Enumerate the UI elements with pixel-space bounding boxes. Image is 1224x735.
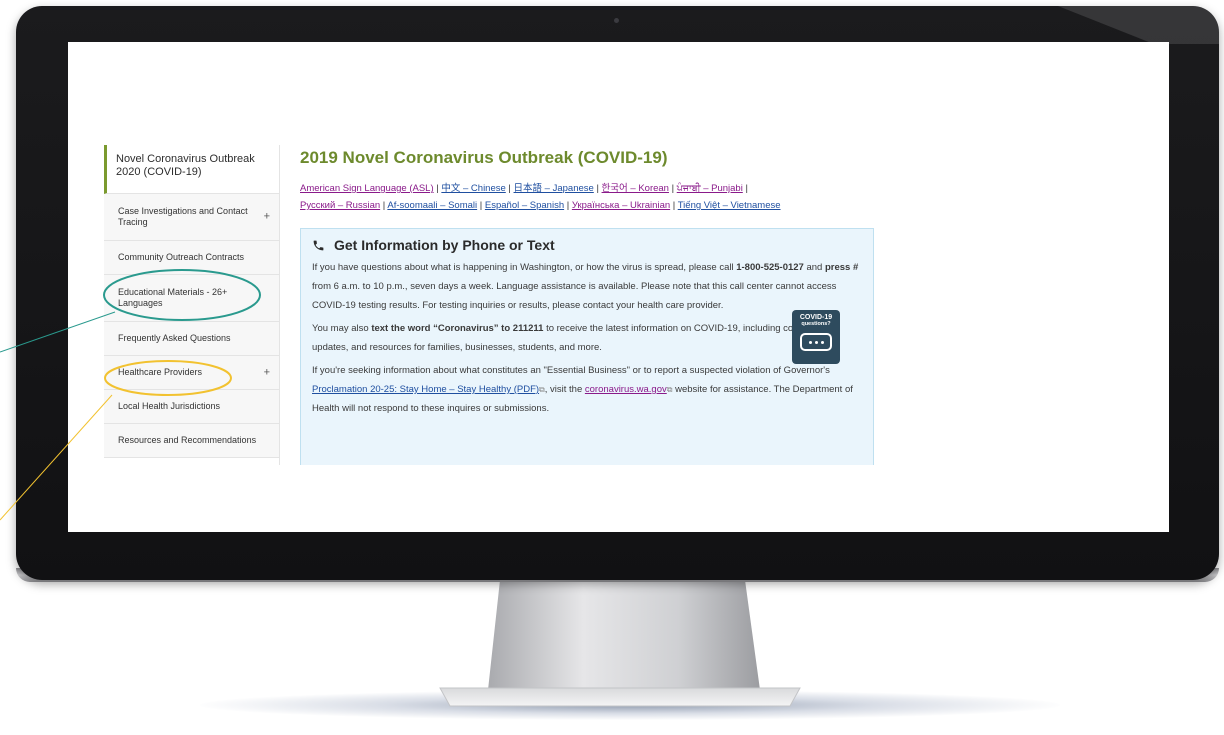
chat-bubble-icon bbox=[800, 333, 832, 351]
info-text: and bbox=[803, 262, 825, 273]
sidebar-item-label: Local Health Jurisdictions bbox=[118, 401, 221, 411]
lang-link-ukrainian[interactable]: Українська – Ukrainian bbox=[572, 200, 670, 211]
lang-link-japanese[interactable]: 日本語 – Japanese bbox=[514, 183, 594, 194]
browser-screen: Novel Coronavirus Outbreak 2020 (COVID-1… bbox=[68, 42, 1169, 532]
separator: | bbox=[596, 183, 599, 194]
separator: | bbox=[566, 200, 570, 211]
page-title: 2019 Novel Coronavirus Outbreak (COVID-1… bbox=[300, 148, 668, 167]
separator: | bbox=[436, 183, 439, 194]
sidebar-item-label: Resources and Recommendations bbox=[118, 435, 257, 445]
separator: | bbox=[382, 200, 386, 211]
info-text: from 6 a.m. to 10 p.m., seven days a wee… bbox=[312, 281, 837, 311]
info-paragraph-text: You may also text the word “Coronavirus”… bbox=[312, 319, 867, 357]
separator: | bbox=[672, 200, 676, 211]
separator: | bbox=[671, 183, 675, 194]
language-links: American Sign Language (ASL) | 中文 – Chin… bbox=[300, 180, 880, 214]
lang-link-spanish[interactable]: Español – Spanish bbox=[485, 200, 564, 211]
badge-line2: questions? bbox=[801, 321, 831, 327]
lang-link-russian[interactable]: Русский – Russian bbox=[300, 200, 380, 211]
info-text: , visit the bbox=[544, 384, 585, 395]
sidebar-item-label: Community Outreach Contracts bbox=[118, 252, 245, 262]
phone-info-box: Get Information by Phone or Text If you … bbox=[300, 228, 874, 465]
info-text: If you have questions about what is happ… bbox=[312, 262, 737, 273]
sidebar-item-faq[interactable]: Frequently Asked Questions bbox=[104, 322, 279, 356]
phone-number: 1-800-525-0127 bbox=[736, 262, 804, 273]
info-paragraph-call: If you have questions about what is happ… bbox=[312, 258, 867, 315]
separator: | bbox=[479, 200, 483, 211]
sidebar-item-label: Healthcare Providers bbox=[118, 367, 203, 377]
info-text: If you're seeking information about what… bbox=[312, 365, 830, 376]
sidebar-header[interactable]: Novel Coronavirus Outbreak 2020 (COVID-1… bbox=[104, 145, 279, 194]
lang-link-asl[interactable]: American Sign Language (ASL) bbox=[300, 183, 434, 194]
expand-plus-icon[interactable]: + bbox=[264, 211, 270, 223]
phone-icon bbox=[313, 240, 324, 250]
sidebar-item-community-outreach[interactable]: Community Outreach Contracts bbox=[104, 241, 279, 275]
lang-link-somali[interactable]: Af-soomaali – Somali bbox=[387, 200, 477, 211]
sidebar-header-label: Novel Coronavirus Outbreak 2020 (COVID-1… bbox=[116, 153, 255, 178]
info-box-title: Get Information by Phone or Text bbox=[334, 237, 555, 253]
lang-link-korean[interactable]: 한국어 – Korean bbox=[602, 183, 669, 194]
proclamation-link[interactable]: Proclamation 20-25: Stay Home – Stay Hea… bbox=[312, 384, 539, 395]
badge-line1: COVID-19 bbox=[799, 314, 833, 321]
sidebar-item-educational-materials[interactable]: Educational Materials - 26+ Languages bbox=[104, 275, 279, 322]
press-key-text: press # bbox=[824, 262, 859, 273]
sidebar-item-resources[interactable]: Resources and Recommendations bbox=[104, 424, 279, 458]
sidebar-item-label: Educational Materials - 26+ Languages bbox=[118, 287, 228, 308]
main-content: 2019 Novel Coronavirus Outbreak (COVID-1… bbox=[300, 145, 880, 465]
separator: | bbox=[508, 183, 511, 194]
expand-plus-icon[interactable]: + bbox=[264, 367, 270, 378]
sidebar-item-healthcare-providers[interactable]: Healthcare Providers + bbox=[104, 356, 279, 390]
covid-questions-button[interactable]: COVID-19 questions? bbox=[792, 310, 840, 364]
lang-link-chinese[interactable]: 中文 – Chinese bbox=[441, 183, 505, 194]
sidebar-item-local-health[interactable]: Local Health Jurisdictions bbox=[104, 390, 279, 424]
lang-link-punjabi[interactable]: ਪੰਜਾਬੀ – Punjabi bbox=[677, 183, 743, 194]
camera-icon bbox=[614, 18, 619, 23]
sidebar-nav: Novel Coronavirus Outbreak 2020 (COVID-1… bbox=[104, 145, 280, 465]
separator: | bbox=[745, 183, 748, 194]
sidebar-item-case-investigations[interactable]: Case Investigations and Contact Tracing … bbox=[104, 194, 279, 241]
info-box-heading: Get Information by Phone or Text bbox=[312, 237, 873, 253]
info-text: You may also bbox=[312, 323, 372, 334]
sidebar-item-label: Case Investigations and Contact Tracing bbox=[118, 206, 248, 227]
sidebar-item-label: Frequently Asked Questions bbox=[118, 333, 231, 343]
info-paragraph-essential: If you're seeking information about what… bbox=[312, 361, 867, 418]
coronavirus-wa-gov-link[interactable]: coronavirus.wa.gov bbox=[585, 384, 667, 395]
text-keyword: text the word “Coronavirus” to 211211 bbox=[371, 323, 544, 334]
lang-link-vietnamese[interactable]: Tiếng Việt – Vietnamese bbox=[678, 200, 781, 211]
